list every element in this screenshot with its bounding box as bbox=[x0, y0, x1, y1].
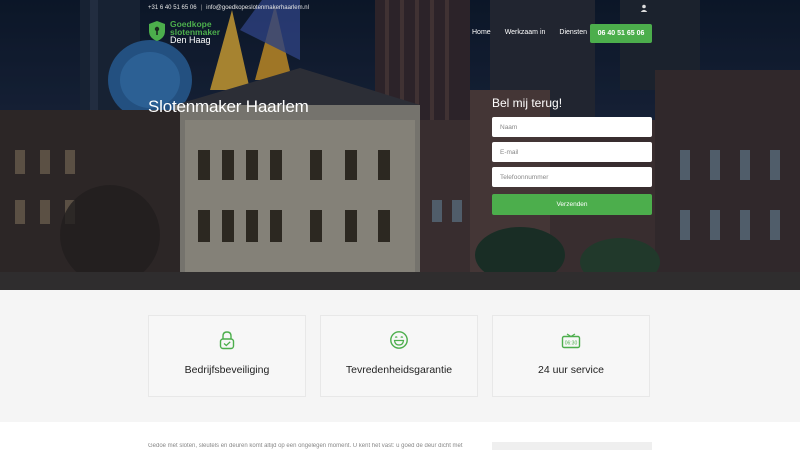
name-input[interactable] bbox=[492, 117, 652, 137]
shield-icon bbox=[149, 21, 165, 41]
clock-radio-icon: 06:30 bbox=[561, 333, 581, 349]
feature-card: Tevredenheidsgarantie bbox=[320, 315, 478, 397]
main-nav: Home Werkzaam in Diensten 06 40 51 65 06 bbox=[472, 24, 652, 43]
sidebar-box bbox=[492, 442, 652, 450]
email-input[interactable] bbox=[492, 142, 652, 162]
features-section: Bedrijfsbeveiliging Tevredenheidsgaranti… bbox=[0, 290, 800, 422]
logo-line-3: Den Haag bbox=[170, 35, 211, 45]
nav-item-werkzaam-in[interactable]: Werkzaam in bbox=[505, 29, 546, 36]
submit-button[interactable]: Verzenden bbox=[492, 194, 652, 215]
feature-label: Bedrijfsbeveiliging bbox=[184, 364, 270, 376]
site-logo[interactable]: Goedkope slotenmaker Den Haag bbox=[148, 20, 220, 45]
lock-icon bbox=[219, 331, 235, 350]
callback-form-title: Bel mij terug! bbox=[492, 96, 563, 110]
topbar-email[interactable]: info@goedkopeslotenmakerhaarlem.nl bbox=[206, 5, 309, 11]
user-icon[interactable] bbox=[640, 4, 648, 12]
feature-label: 24 uur service bbox=[538, 364, 604, 376]
intro-section: Gedoe met sloten, sleutels en deuren kom… bbox=[0, 422, 800, 450]
topbar-separator: | bbox=[200, 5, 203, 11]
hero-overlay bbox=[0, 0, 800, 290]
topbar-phone[interactable]: +31 6 40 51 65 06 bbox=[148, 5, 197, 11]
page-title: Slotenmaker Haarlem bbox=[148, 97, 309, 116]
nav-item-diensten[interactable]: Diensten bbox=[559, 29, 587, 36]
intro-paragraph: Gedoe met sloten, sleutels en deuren kom… bbox=[148, 443, 463, 449]
phone-input[interactable] bbox=[492, 167, 652, 187]
smiley-icon bbox=[390, 331, 408, 349]
clock-radio-time: 06:30 bbox=[565, 341, 578, 347]
nav-item-home[interactable]: Home bbox=[472, 29, 491, 36]
hero-section: +31 6 40 51 65 06 | info@goedkopeslotenm… bbox=[0, 0, 800, 290]
phone-call-button[interactable]: 06 40 51 65 06 bbox=[590, 24, 652, 43]
feature-card: Bedrijfsbeveiliging bbox=[148, 315, 306, 397]
feature-label: Tevredenheidsgarantie bbox=[345, 364, 453, 376]
feature-card: 06:30 24 uur service bbox=[492, 315, 650, 397]
top-bar: +31 6 40 51 65 06 | info@goedkopeslotenm… bbox=[148, 5, 309, 11]
